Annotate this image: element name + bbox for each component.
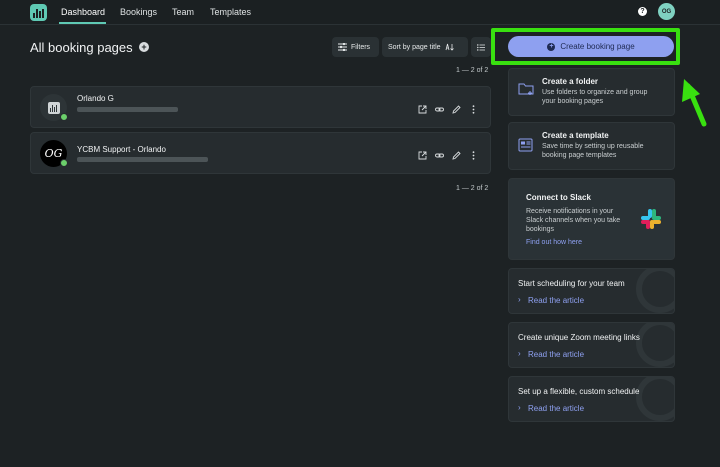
slack-learn-link[interactable]: Find out how here — [526, 239, 582, 246]
edit-pencil-icon[interactable] — [452, 101, 461, 114]
article-title: Start scheduling for your team — [518, 279, 625, 288]
booking-page-url-redacted[interactable] — [77, 107, 178, 112]
card-desc-line: bookings — [526, 226, 555, 233]
filter-sliders-icon — [338, 43, 347, 51]
chevron-right-icon: › — [518, 349, 521, 358]
tab-bookings[interactable]: Bookings — [120, 7, 157, 17]
online-status-dot — [60, 113, 68, 121]
decorative-watermark — [636, 323, 674, 367]
annotation-highlight-box — [491, 28, 680, 65]
tab-templates[interactable]: Templates — [210, 7, 251, 17]
create-template-card[interactable]: Create a template Save time by setting u… — [508, 122, 675, 170]
booking-page-title: Orlando G — [77, 94, 114, 103]
read-article-link[interactable]: Read the article — [528, 350, 584, 359]
filters-button[interactable]: Filters — [332, 37, 379, 57]
open-external-icon[interactable] — [418, 147, 427, 160]
card-desc-line: Receive notifications in your — [526, 208, 614, 215]
sort-label: Sort by page title — [388, 43, 441, 51]
pagination-count-top: 1 — 2 of 2 — [456, 67, 489, 74]
connect-slack-card[interactable]: Connect to Slack Receive notifications i… — [508, 178, 675, 260]
card-title: Connect to Slack — [526, 193, 591, 202]
slack-logo-icon — [641, 209, 661, 229]
add-booking-page-icon[interactable]: + — [139, 42, 149, 52]
user-avatar[interactable]: OG — [658, 3, 675, 20]
card-desc-line: your booking pages — [542, 98, 604, 105]
booking-page-row[interactable]: Orlando G — [30, 86, 491, 128]
annotation-arrow-icon — [682, 79, 707, 127]
card-desc-line: Save time by setting up reusable — [542, 143, 644, 150]
article-card[interactable]: Create unique Zoom meeting links › Read … — [508, 322, 675, 368]
article-title: Create unique Zoom meeting links — [518, 333, 640, 342]
article-card[interactable]: Start scheduling for your team › Read th… — [508, 268, 675, 314]
sort-az-icon — [445, 43, 454, 51]
article-title: Set up a flexible, custom schedule — [518, 387, 640, 396]
more-options-icon[interactable] — [469, 101, 478, 114]
article-card[interactable]: Set up a flexible, custom schedule › Rea… — [508, 376, 675, 422]
booking-page-title: YCBM Support - Orlando — [77, 145, 166, 154]
more-options-icon[interactable] — [469, 147, 478, 160]
card-desc-line: Slack channels when you take — [526, 217, 621, 224]
read-article-link[interactable]: Read the article — [528, 404, 584, 413]
tab-dashboard[interactable]: Dashboard — [61, 7, 105, 17]
decorative-watermark — [636, 377, 674, 421]
chevron-right-icon: › — [518, 295, 521, 304]
template-icon — [518, 138, 533, 152]
row-actions — [418, 101, 478, 114]
folder-plus-icon — [518, 83, 534, 95]
ycbm-logo-icon — [47, 101, 60, 114]
pagination-count-bottom: 1 — 2 of 2 — [456, 185, 489, 192]
create-folder-card[interactable]: Create a folder Use folders to organize … — [508, 68, 675, 116]
app-logo-icon[interactable] — [30, 4, 47, 21]
help-icon[interactable]: ? — [638, 7, 647, 16]
card-title: Create a folder — [542, 77, 599, 86]
decorative-watermark — [636, 269, 674, 313]
active-tab-indicator — [59, 22, 106, 24]
sort-button[interactable]: Sort by page title — [382, 37, 468, 57]
open-external-icon[interactable] — [418, 101, 427, 114]
row-actions — [418, 147, 478, 160]
read-article-link[interactable]: Read the article — [528, 296, 584, 305]
edit-pencil-icon[interactable] — [452, 147, 461, 160]
copy-link-icon[interactable] — [435, 101, 444, 112]
card-desc-line: Use folders to organize and group — [542, 89, 648, 96]
chevron-right-icon: › — [518, 403, 521, 412]
tab-team[interactable]: Team — [172, 7, 194, 17]
list-view-icon — [477, 43, 485, 51]
card-title: Create a template — [542, 131, 609, 140]
list-view-button[interactable] — [471, 37, 491, 57]
top-nav: Dashboard Bookings Team Templates ? OG — [0, 0, 720, 25]
page-title: All booking pages — [30, 40, 133, 55]
online-status-dot — [60, 159, 68, 167]
copy-link-icon[interactable] — [435, 147, 444, 158]
booking-page-url-redacted[interactable] — [77, 157, 208, 162]
filters-label: Filters — [351, 43, 371, 51]
card-desc-line: booking page templates — [542, 152, 617, 159]
booking-page-row[interactable]: OG YCBM Support - Orlando — [30, 132, 491, 174]
